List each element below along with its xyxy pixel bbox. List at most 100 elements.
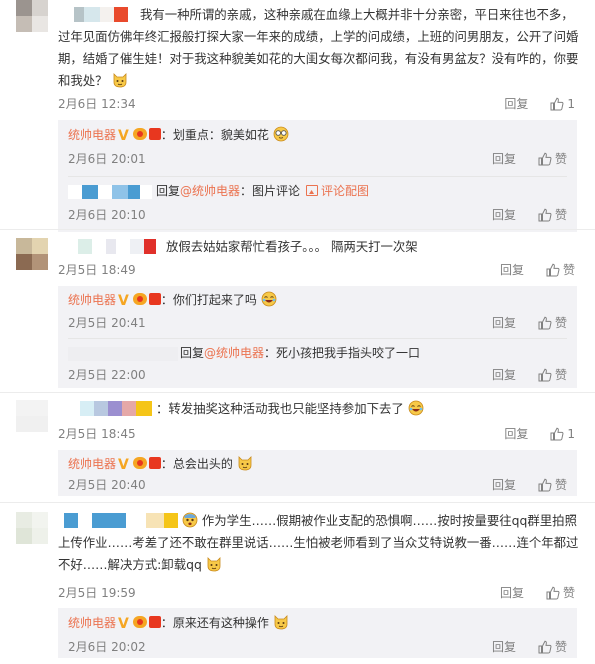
reply-actions: 回复 赞	[492, 206, 567, 223]
comment-separator	[0, 392, 595, 393]
reply-time: 2月5日 22:00	[68, 368, 146, 382]
verified-v-icon: V	[118, 616, 129, 632]
like-button[interactable]: 赞	[538, 366, 567, 383]
like-count: 1	[567, 426, 575, 441]
like-label: 赞	[562, 263, 575, 277]
blurred-username[interactable]	[68, 185, 152, 199]
blurred-username[interactable]	[58, 239, 156, 254]
thumbs-up-icon	[538, 316, 552, 329]
reply-author[interactable]: 统帅电器	[68, 616, 116, 630]
reply-time: 2月6日 20:01	[68, 152, 146, 166]
picture-icon	[306, 185, 319, 196]
red-envelope-icon	[148, 293, 161, 305]
comment-text: ：转发抽奖这种活动我也只能坚持参加下去了	[58, 398, 581, 420]
red-envelope-icon	[148, 616, 161, 628]
reply-time: 2月5日 20:40	[68, 478, 146, 492]
reply-button[interactable]: 回复	[504, 95, 528, 112]
reply-button[interactable]: 回复	[500, 261, 524, 278]
avatar[interactable]	[16, 238, 48, 270]
thumbs-up-icon	[538, 208, 552, 221]
comment-time: 2月5日 18:49	[58, 263, 136, 277]
member-badge-icon	[132, 293, 147, 305]
reply-actions: 回复 赞	[492, 314, 567, 331]
reply-author[interactable]: 统帅电器	[68, 293, 116, 307]
blurred-username[interactable]	[58, 401, 152, 416]
reply-text: ：划重点：貌美如花	[160, 128, 269, 142]
comment-time: 2月5日 18:45	[58, 427, 136, 441]
reply-time: 2月6日 20:02	[68, 640, 146, 654]
comment-body: 我有一种所谓的亲戚，这种亲戚在血缘上大概并非十分亲密，平日来往也不多，过年见面仿…	[58, 7, 579, 88]
reply-button[interactable]: 回复	[500, 584, 524, 601]
reply-item: 统帅电器 V ：你们打起来了吗 2月5日 20:41 回复 赞	[58, 286, 577, 338]
reply-button[interactable]: 回复	[492, 150, 516, 167]
thumbs-up-icon	[550, 97, 564, 110]
comment-text: 放假去姑姑家帮忙看孩子。。。 隔两天打一次架	[58, 236, 581, 258]
reply-list: 统帅电器 V ：你们打起来了吗 2月5日 20:41 回复 赞 回复@统帅电器：死小…	[58, 286, 577, 388]
like-label: 赞	[562, 586, 575, 600]
comment-actions: 回复 赞	[500, 584, 575, 601]
reply-button[interactable]: 回复	[492, 206, 516, 223]
reply-item: 统帅电器 V ：划重点：貌美如花 2月6日 20:01 回复 赞	[58, 120, 577, 178]
thumbs-up-icon	[538, 640, 552, 653]
like-label: 赞	[554, 368, 567, 382]
reply-item: 统帅电器 V ：原来还有这种操作 2月6日 20:02 回复 赞	[58, 608, 577, 658]
reply-text: ：死小孩把我手指头咬了一口	[264, 346, 421, 360]
comment-item: ：转发抽奖这种活动我也只能坚持参加下去了 2月5日 18:45 回复 1 统帅电…	[0, 396, 595, 500]
reply-text: ：图片评论	[240, 184, 301, 198]
reply-author[interactable]: 统帅电器	[68, 457, 116, 471]
like-button[interactable]: 赞	[538, 206, 567, 223]
blurred-username[interactable]	[68, 347, 178, 361]
avatar[interactable]	[16, 512, 48, 544]
like-button[interactable]: 1	[550, 427, 575, 441]
avatar[interactable]	[16, 0, 48, 32]
like-label: 赞	[554, 316, 567, 330]
like-label: 赞	[554, 208, 567, 222]
like-button[interactable]: 赞	[546, 584, 575, 601]
avatar[interactable]	[16, 400, 48, 432]
reply-button[interactable]: 回复	[492, 638, 516, 655]
like-button[interactable]: 赞	[538, 150, 567, 167]
blurred-username[interactable]	[58, 7, 128, 22]
member-badge-icon	[132, 616, 147, 628]
like-button[interactable]: 1	[550, 97, 575, 111]
reply-item: 回复@统帅电器：图片评论 评论配图 2月6日 20:10 回复 赞	[58, 176, 577, 232]
reply-text: ：原来还有这种操作	[160, 616, 269, 630]
thumbs-up-icon	[538, 368, 552, 381]
comment-body: ：转发抽奖这种活动我也只能坚持参加下去了	[155, 401, 404, 416]
like-label: 赞	[554, 640, 567, 654]
like-button[interactable]: 赞	[546, 261, 575, 278]
reply-time: 2月5日 20:41	[68, 316, 146, 330]
reply-author[interactable]: 统帅电器	[68, 128, 116, 142]
reply-actions: 回复 赞	[492, 366, 567, 383]
laughing-emoji-icon	[408, 400, 424, 416]
comment-item: 作为学生……假期被作业支配的恐惧啊……按时按量要往qq群里拍照上传作业……考差了…	[0, 508, 595, 664]
reply-text: ：你们打起来了吗	[160, 293, 257, 307]
mention-link[interactable]: @统帅电器	[180, 184, 240, 198]
like-button[interactable]: 赞	[538, 476, 567, 493]
comment-text: 我有一种所谓的亲戚，这种亲戚在血缘上大概并非十分亲密，平日来往也不多，过年见面仿…	[58, 4, 581, 92]
laughing-emoji-icon	[261, 291, 277, 307]
reply-list: 统帅电器 V ：划重点：貌美如花 2月6日 20:01 回复 赞 回复 @统帅电器：图…	[58, 120, 577, 232]
reply-actions: 回复 赞	[492, 150, 567, 167]
cat-emoji-icon	[207, 557, 221, 572]
like-button[interactable]: 赞	[538, 314, 567, 331]
like-button[interactable]: 赞	[538, 638, 567, 655]
thumbs-up-icon	[538, 478, 552, 491]
like-count: 1	[567, 96, 575, 111]
comment-actions: 回复 1	[504, 95, 575, 112]
picture-link[interactable]: 评论配图	[321, 184, 369, 198]
comment-time: 2月6日 12:34	[58, 97, 136, 111]
cat-emoji-icon	[113, 73, 126, 88]
reply-button[interactable]: 回复	[492, 366, 516, 383]
reply-prefix: 回复	[180, 346, 205, 360]
reply-button[interactable]: 回复	[492, 314, 516, 331]
reply-button[interactable]: 回复	[492, 476, 516, 493]
mention-link[interactable]: @统帅电器	[204, 346, 264, 360]
red-envelope-icon	[148, 128, 161, 140]
thumbs-up-icon	[546, 263, 560, 276]
reply-button[interactable]: 回复	[504, 425, 528, 442]
glasses-emoji-icon	[273, 126, 289, 142]
comment-actions: 回复 1	[504, 425, 575, 442]
member-badge-icon	[132, 128, 147, 140]
blurred-username[interactable]	[58, 513, 178, 528]
